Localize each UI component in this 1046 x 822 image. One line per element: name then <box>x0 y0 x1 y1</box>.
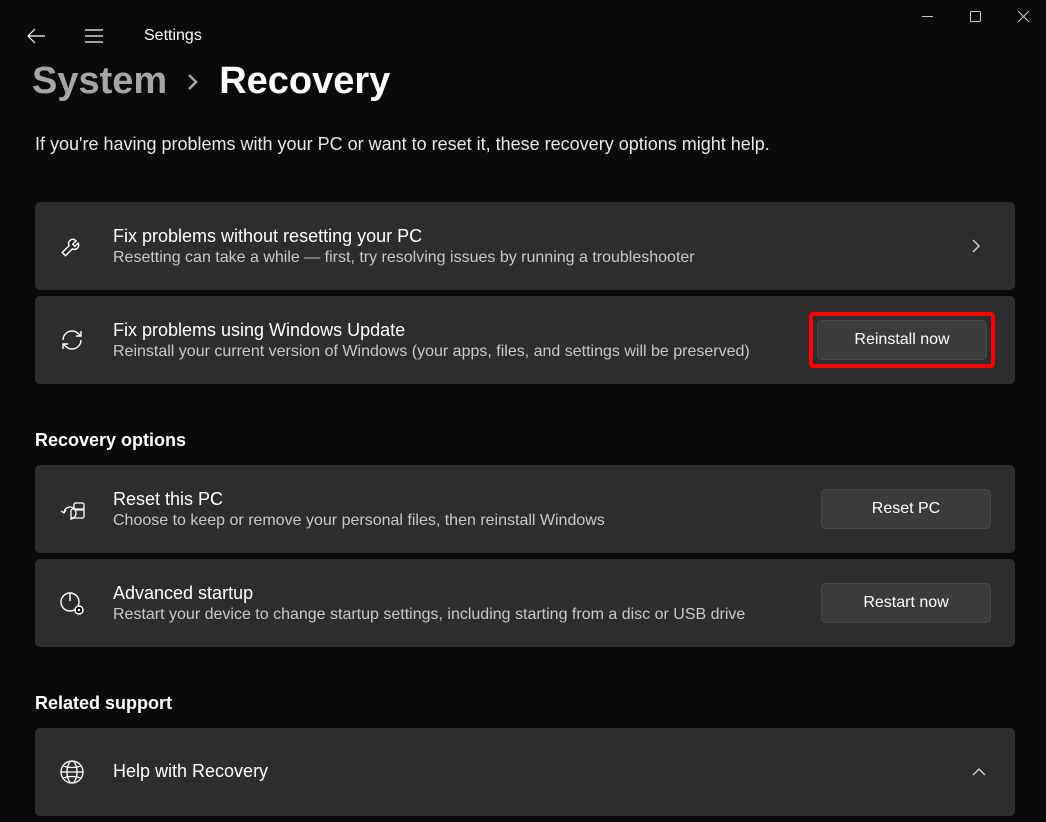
reset-pc-title: Reset this PC <box>113 489 795 510</box>
reset-pc-card: Reset this PC Choose to keep or remove y… <box>35 465 1015 553</box>
back-button[interactable] <box>18 18 54 54</box>
troubleshoot-title: Fix problems without resetting your PC <box>113 226 945 247</box>
reset-pc-icon <box>57 494 87 524</box>
restart-now-button[interactable]: Restart now <box>821 583 991 623</box>
breadcrumb-system[interactable]: System <box>32 60 167 103</box>
minimize-button[interactable] <box>904 0 950 32</box>
header: Settings <box>18 18 202 54</box>
app-title: Settings <box>144 27 202 45</box>
intro-text: If you're having problems with your PC o… <box>35 134 770 155</box>
reinstall-now-button[interactable]: Reinstall now <box>817 320 987 360</box>
reset-pc-desc: Choose to keep or remove your personal f… <box>113 512 795 530</box>
content-area: Fix problems without resetting your PC R… <box>35 202 1015 822</box>
chevron-right-icon <box>187 73 199 91</box>
reset-pc-button[interactable]: Reset PC <box>821 489 991 529</box>
close-button[interactable] <box>1000 0 1046 32</box>
troubleshoot-desc: Resetting can take a while — first, try … <box>113 249 945 267</box>
globe-icon <box>57 757 87 787</box>
page-title: Recovery <box>219 60 390 103</box>
recovery-options-heading: Recovery options <box>35 430 1015 451</box>
reset-pc-text: Reset this PC Choose to keep or remove y… <box>113 489 795 530</box>
windows-update-title: Fix problems using Windows Update <box>113 320 787 341</box>
window-controls <box>904 0 1046 36</box>
chevron-right-icon <box>971 238 991 254</box>
advanced-startup-card: Advanced startup Restart your device to … <box>35 559 1015 647</box>
advanced-startup-title: Advanced startup <box>113 583 795 604</box>
reinstall-highlight: Reinstall now <box>809 312 995 368</box>
advanced-startup-desc: Restart your device to change startup se… <box>113 606 795 624</box>
advanced-startup-action: Restart now <box>821 583 991 623</box>
troubleshoot-text: Fix problems without resetting your PC R… <box>113 226 945 267</box>
chevron-up-icon <box>971 767 991 777</box>
wrench-icon <box>57 231 87 261</box>
hamburger-menu-button[interactable] <box>76 18 112 54</box>
reset-pc-action: Reset PC <box>821 489 991 529</box>
power-gear-icon <box>57 588 87 618</box>
refresh-icon <box>57 325 87 355</box>
help-recovery-card[interactable]: Help with Recovery <box>35 728 1015 816</box>
advanced-startup-text: Advanced startup Restart your device to … <box>113 583 795 624</box>
windows-update-text: Fix problems using Windows Update Reinst… <box>113 320 787 361</box>
help-recovery-title: Help with Recovery <box>113 761 945 782</box>
breadcrumb: System Recovery <box>32 60 390 103</box>
maximize-button[interactable] <box>952 0 998 32</box>
windows-update-card: Fix problems using Windows Update Reinst… <box>35 296 1015 384</box>
related-support-heading: Related support <box>35 693 1015 714</box>
help-recovery-text: Help with Recovery <box>113 761 945 784</box>
windows-update-desc: Reinstall your current version of Window… <box>113 343 787 361</box>
troubleshoot-card[interactable]: Fix problems without resetting your PC R… <box>35 202 1015 290</box>
